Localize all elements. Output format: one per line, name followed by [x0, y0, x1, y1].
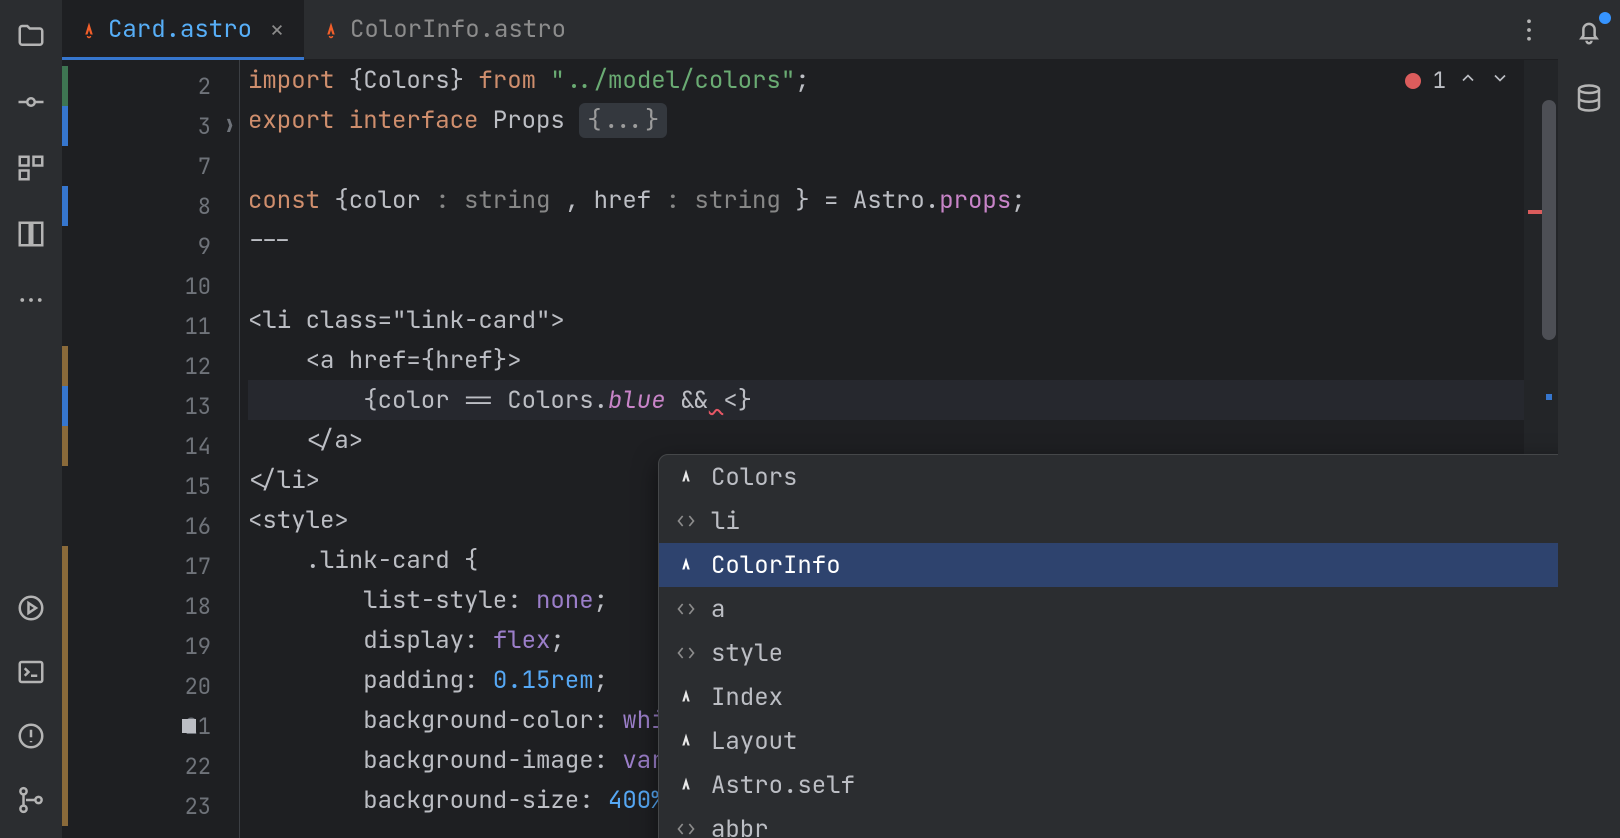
main-panel: Card.astro ColorInfo.astro 1	[62, 0, 1558, 838]
nav-down-icon[interactable]	[1490, 66, 1510, 95]
line-number: 7	[198, 152, 211, 181]
tag-icon	[675, 510, 697, 532]
line-number: 16	[185, 512, 211, 541]
line-number: 23	[185, 792, 211, 821]
structure-icon[interactable]	[13, 150, 49, 186]
line-number: 17	[185, 552, 211, 581]
tab-label: Card.astro	[108, 14, 252, 45]
completion-item[interactable]: ColorInfo	[659, 543, 1558, 587]
astro-icon	[675, 774, 697, 796]
terminal-icon[interactable]	[13, 654, 49, 690]
astro-icon	[675, 730, 697, 752]
problems-icon[interactable]	[13, 718, 49, 754]
error-count: 1	[1433, 66, 1446, 95]
gutter: 2 3 ❯ 7 8 9 10 11 12 13 14 15 16 17 18 19…	[62, 60, 240, 838]
tag-icon	[675, 642, 697, 664]
activity-bar	[0, 0, 62, 838]
editor[interactable]: 1 2 3 ❯ 7 8 9 10 11 12 13 14 15	[62, 60, 1558, 838]
astro-file-icon	[322, 21, 340, 39]
editor-problems-status[interactable]: 1	[1405, 66, 1510, 95]
line-number: 10	[185, 272, 211, 301]
completion-item[interactable]: li	[659, 499, 1558, 543]
line-number: 18	[185, 592, 211, 621]
line-number: 19	[185, 632, 211, 661]
nav-up-icon[interactable]	[1458, 66, 1478, 95]
tab-card-astro[interactable]: Card.astro	[62, 0, 304, 59]
git-icon[interactable]	[13, 782, 49, 818]
folder-icon[interactable]	[13, 18, 49, 54]
completion-item[interactable]: Colors	[659, 455, 1558, 499]
breakpoint-icon[interactable]	[182, 719, 196, 733]
error-dot-icon	[1405, 73, 1421, 89]
astro-icon	[675, 466, 697, 488]
line-number: 20	[185, 672, 211, 701]
run-icon[interactable]	[13, 590, 49, 626]
tab-label: ColorInfo.astro	[350, 14, 566, 45]
tab-more-icon[interactable]	[1514, 15, 1544, 45]
editor-tabs: Card.astro ColorInfo.astro	[62, 0, 1558, 60]
line-number: 15	[185, 472, 211, 501]
line-number: 2	[198, 72, 211, 101]
astro-icon	[675, 554, 697, 576]
line-number: 3	[198, 112, 211, 141]
line-number: 9	[198, 232, 211, 261]
completion-item[interactable]: Index	[659, 675, 1558, 719]
tag-icon	[675, 598, 697, 620]
completion-item[interactable]: Layout	[659, 719, 1558, 763]
line-number: 22	[185, 752, 211, 781]
line-number: 14	[185, 432, 211, 461]
line-number: 12	[185, 352, 211, 381]
line-number: 11	[185, 312, 211, 341]
database-icon[interactable]	[1571, 80, 1607, 116]
scrollbar-thumb[interactable]	[1542, 100, 1556, 340]
completion-item[interactable]: abbr	[659, 807, 1558, 838]
close-icon[interactable]	[268, 21, 286, 39]
completion-item[interactable]: style	[659, 631, 1558, 675]
fold-icon[interactable]: ❯	[224, 115, 235, 138]
astro-icon	[675, 686, 697, 708]
bookmarks-icon[interactable]	[13, 216, 49, 252]
commit-icon[interactable]	[13, 84, 49, 120]
completion-popup: Colors li ColorInfo a style	[658, 454, 1558, 838]
more-icon[interactable]	[13, 282, 49, 318]
folded-region[interactable]: {...}	[579, 103, 667, 138]
line-number: 8	[198, 192, 211, 221]
line-number: 13	[185, 392, 211, 421]
tab-colorinfo-astro[interactable]: ColorInfo.astro	[304, 0, 584, 59]
tag-icon	[675, 818, 697, 838]
completion-item[interactable]: Astro.self	[659, 763, 1558, 807]
completion-item[interactable]: a	[659, 587, 1558, 631]
notifications-icon[interactable]	[1571, 14, 1607, 50]
astro-file-icon	[80, 21, 98, 39]
right-rail	[1558, 0, 1620, 838]
